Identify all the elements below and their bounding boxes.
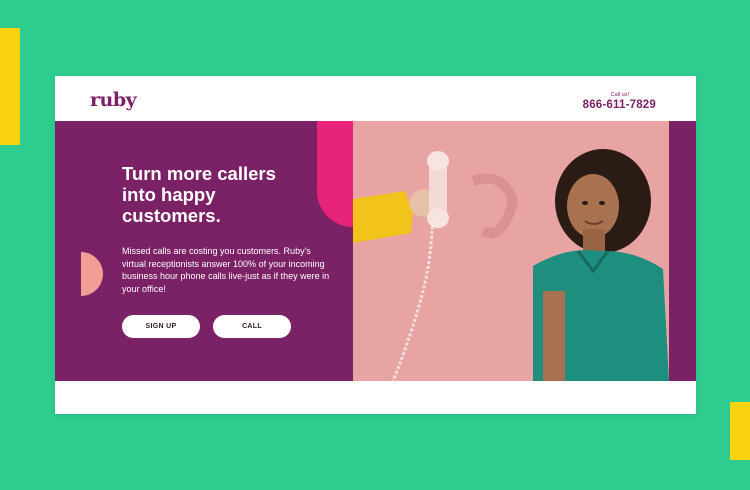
hero-body-text: Missed calls are costing you customers. … bbox=[122, 246, 330, 294]
hero-photo bbox=[353, 121, 669, 381]
woman-with-telephone-illustration bbox=[353, 121, 669, 381]
call-us-label: Call us! bbox=[610, 92, 629, 98]
phone-number-link[interactable]: 866-611-7829 bbox=[583, 99, 656, 111]
site-header: ruby Call us! 866-611-7829 bbox=[55, 76, 696, 121]
hero-headline: Turn more callers into happy customers. bbox=[122, 163, 276, 226]
decorative-yellow-bar-right bbox=[730, 402, 750, 460]
ruby-logo[interactable]: ruby bbox=[90, 90, 137, 110]
decorative-peach-semicircle bbox=[81, 252, 103, 296]
page-footer-space bbox=[55, 381, 696, 414]
hero-section: Turn more callers into happy customers. … bbox=[55, 121, 696, 381]
sign-up-button[interactable]: SIGN UP bbox=[122, 315, 200, 338]
website-screenshot: ruby Call us! 866-611-7829 Turn more cal… bbox=[55, 76, 696, 414]
decorative-yellow-bar-left bbox=[0, 28, 20, 145]
decorative-pink-shape bbox=[317, 121, 353, 227]
call-button[interactable]: CALL bbox=[213, 315, 291, 338]
